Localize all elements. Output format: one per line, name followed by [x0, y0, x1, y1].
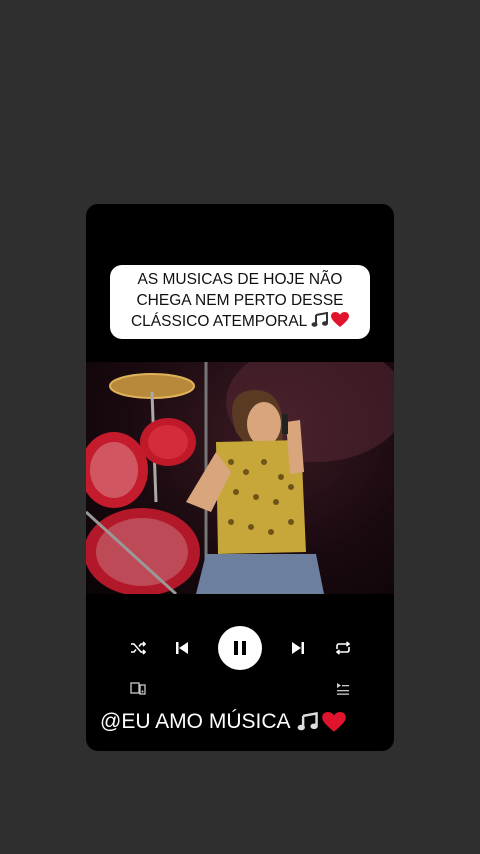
repeat-icon [335, 641, 351, 655]
caption-line-2: CHEGA NEM PERTO DESSE [136, 292, 344, 309]
playback-controls [86, 624, 394, 672]
caption-line-3: CLÁSSICO ATEMPORAL [116, 311, 364, 332]
caption-line-3-text: CLÁSSICO ATEMPORAL [130, 313, 307, 330]
repeat-button[interactable] [331, 624, 355, 672]
watermark: @EU AMO MÚSICA [100, 710, 346, 734]
caption-box: AS MUSICAS DE HOJE NÃO CHEGA NEM PERTO D… [110, 265, 370, 339]
next-button[interactable] [286, 624, 310, 672]
shuffle-icon [131, 641, 146, 655]
connect-device-button[interactable] [130, 680, 148, 698]
concert-image [86, 362, 394, 594]
shuffle-button[interactable] [126, 624, 150, 672]
music-player-card: AS MUSICAS DE HOJE NÃO CHEGA NEM PERTO D… [86, 204, 394, 751]
skip-next-icon [292, 642, 304, 654]
previous-button[interactable] [170, 624, 194, 672]
pause-button-circle [218, 626, 262, 670]
heart-icon [321, 711, 346, 732]
pause-icon [234, 641, 246, 655]
caption-emoji [311, 311, 350, 330]
heart-icon [331, 312, 350, 327]
video-frame[interactable] [86, 362, 394, 594]
connect-device-icon [130, 682, 146, 695]
queue-icon [337, 683, 349, 695]
watermark-text: @EU AMO MÚSICA [100, 710, 291, 733]
music-note-icon [297, 712, 318, 731]
caption-line-1: AS MUSICAS DE HOJE NÃO [137, 271, 343, 288]
skip-previous-icon [176, 642, 188, 654]
secondary-controls [86, 680, 394, 698]
queue-button[interactable] [336, 680, 354, 698]
music-note-icon [311, 311, 329, 327]
pause-button[interactable] [218, 624, 262, 672]
